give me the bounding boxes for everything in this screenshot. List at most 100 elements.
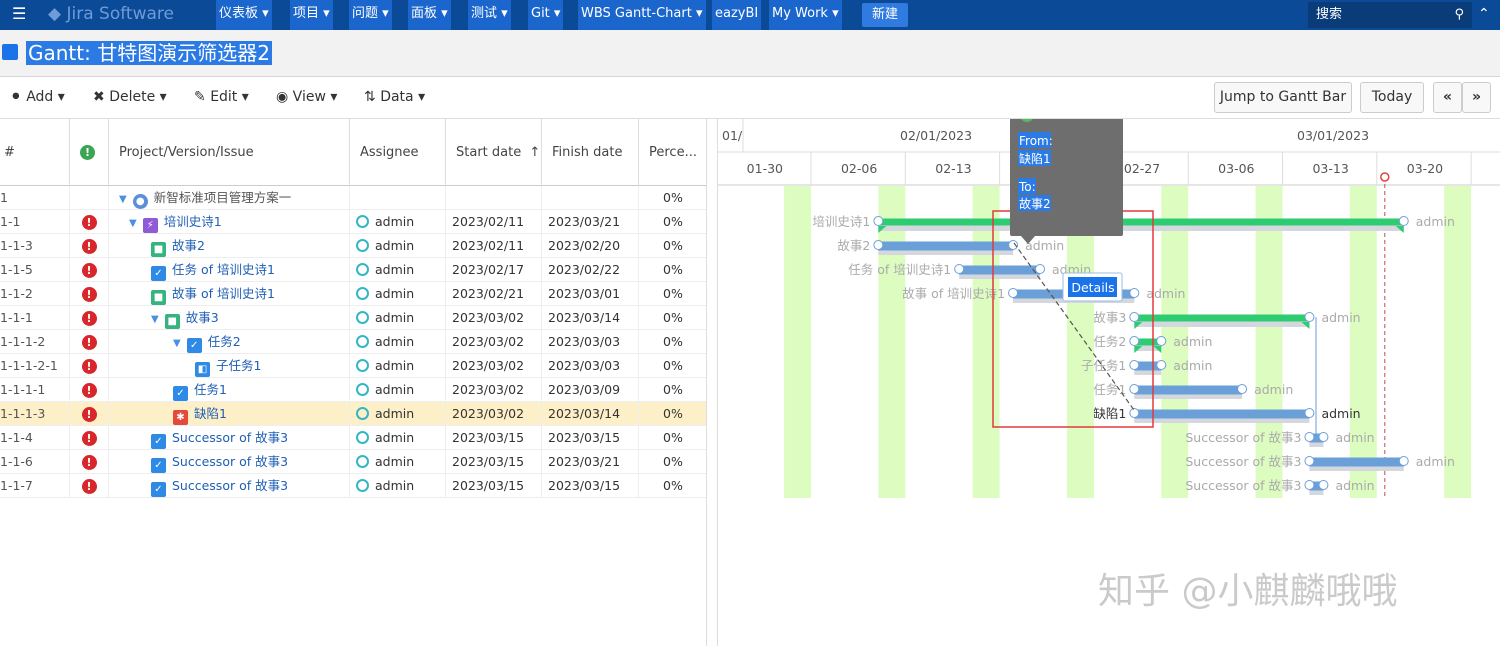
avatar-icon — [356, 215, 369, 228]
table-row[interactable]: 1-1-1-2! ▼ ✓ 任务2 admin 2023/03/02 2023/03/03 0% — [0, 330, 706, 354]
issue-name-link[interactable]: Successor of 故事3 — [172, 454, 288, 469]
bar-end-handle[interactable] — [1398, 216, 1409, 226]
menu-eazybi[interactable]: eazyBI — [712, 0, 762, 30]
bar-end-handle[interactable] — [1156, 336, 1167, 346]
expand-toggle-icon[interactable]: ▼ — [173, 338, 181, 349]
sort-ascending-icon: ↑ — [529, 145, 541, 160]
bar-end-handle[interactable] — [1398, 456, 1409, 466]
table-row[interactable]: 1-1-3! ■ 故事2 admin 2023/02/11 2023/02/20 0% — [0, 234, 706, 258]
summary-bar[interactable] — [1134, 314, 1310, 322]
table-row[interactable]: 1-1-1-1! ✓ 任务1 admin 2023/03/02 2023/03/09 0% — [0, 378, 706, 402]
details-button-label[interactable]: Details — [1071, 280, 1114, 295]
scroll-next-button[interactable]: » — [1462, 82, 1491, 113]
bar-end-handle[interactable] — [1304, 408, 1315, 418]
bar-end-handle[interactable] — [1318, 432, 1329, 442]
bar-end-handle[interactable] — [1304, 312, 1315, 322]
bar-start-handle[interactable] — [1129, 360, 1140, 370]
expand-toggle-icon[interactable]: ▼ — [151, 314, 159, 325]
table-row[interactable]: 1-1-1! ▼ ■ 故事3 admin 2023/03/02 2023/03/14 0% — [0, 306, 706, 330]
table-row[interactable]: 1-1-2! ■ 故事 of 培训史诗1 admin 2023/02/21 2023/03… — [0, 282, 706, 306]
menu-tests[interactable]: 测试 ▾ — [468, 0, 511, 30]
avatar-icon — [356, 431, 369, 444]
task-bar[interactable] — [1309, 457, 1404, 467]
menu-boards[interactable]: 面板 ▾ — [408, 0, 451, 30]
bar-start-handle[interactable] — [1129, 384, 1140, 394]
header-percent[interactable]: Perce... — [639, 119, 706, 186]
notification-icon[interactable]: ⌃ — [1478, 0, 1490, 30]
bar-start-handle[interactable] — [1304, 480, 1315, 490]
scroll-prev-button[interactable]: « — [1433, 82, 1462, 113]
menu-projects[interactable]: 项目 ▾ — [290, 0, 333, 30]
menu-my-work[interactable]: My Work ▾ — [769, 0, 842, 30]
header-project[interactable]: Project/Version/Issue — [109, 119, 350, 186]
bar-start-handle[interactable] — [1304, 456, 1315, 466]
search-input[interactable]: 搜索 ⚲ — [1308, 2, 1472, 28]
bar-end-handle[interactable] — [1237, 384, 1248, 394]
issue-name-link[interactable]: 任务2 — [208, 334, 241, 349]
task-bar[interactable] — [959, 265, 1041, 275]
menu-issues[interactable]: 问题 ▾ — [349, 0, 392, 30]
menu-dashboards[interactable]: 仪表板 ▾ — [216, 0, 272, 30]
bar-end-handle[interactable] — [1318, 480, 1329, 490]
issue-name-link[interactable]: 子任务1 — [216, 358, 261, 373]
bar-start-handle[interactable] — [1129, 312, 1140, 322]
error-status-icon: ! — [81, 407, 97, 422]
edit-menu-button[interactable]: ✎ Edit ▾ — [194, 89, 249, 105]
header-status[interactable]: ! — [70, 119, 109, 186]
header-start-date[interactable]: Start date ↑ — [446, 119, 542, 186]
task-checkbox-icon: ✓ — [151, 434, 166, 449]
view-menu-button[interactable]: ◉ View ▾ — [276, 89, 337, 105]
summary-bar[interactable] — [878, 218, 1404, 226]
bar-end-handle[interactable] — [1156, 360, 1167, 370]
menu-wbs-gantt[interactable]: WBS Gantt-Chart ▾ — [578, 0, 706, 30]
delete-menu-button[interactable]: ✖ Delete ▾ — [93, 89, 167, 105]
header-number[interactable]: # — [0, 119, 70, 186]
header-finish-date[interactable]: Finish date — [542, 119, 639, 186]
table-row[interactable]: 1-1! ▼ ⚡ 培训史诗1 admin 2023/02/11 2023/03/21 0% — [0, 210, 706, 234]
bar-start-handle[interactable] — [1008, 288, 1019, 298]
data-menu-button[interactable]: ⇅ Data ▾ — [364, 89, 425, 105]
issue-name-link[interactable]: 新智标准项目管理方案一 — [154, 190, 292, 205]
expand-toggle-icon[interactable]: ▼ — [129, 218, 137, 229]
subtask-icon: ◧ — [195, 362, 210, 377]
bar-end-handle[interactable] — [1129, 288, 1140, 298]
avatar-icon — [356, 455, 369, 468]
bar-start-handle[interactable] — [873, 240, 884, 250]
jump-to-gantt-bar-button[interactable]: Jump to Gantt Bar — [1214, 82, 1352, 113]
issue-name-link[interactable]: 故事3 — [186, 310, 219, 325]
issue-name-link[interactable]: 任务1 — [194, 382, 227, 397]
bar-end-handle[interactable] — [1008, 240, 1019, 250]
add-menu-button[interactable]: ⚫ Add ▾ — [10, 89, 65, 105]
bar-start-handle[interactable] — [954, 264, 965, 274]
expand-toggle-icon[interactable]: ▼ — [119, 194, 127, 205]
issue-name-link[interactable]: Successor of 故事3 — [172, 478, 288, 493]
table-row[interactable]: 1-1-1-2-1! ◧ 子任务1 admin 2023/03/02 2023/03/03… — [0, 354, 706, 378]
bar-start-handle[interactable] — [1129, 336, 1140, 346]
issue-name-link[interactable]: 故事 of 培训史诗1 — [172, 286, 275, 301]
menu-git[interactable]: Git ▾ — [528, 0, 564, 30]
table-row[interactable]: 1-1-5! ✓ 任务 of 培训史诗1 admin 2023/02/17 2023/02… — [0, 258, 706, 282]
table-row[interactable]: 1 ▼ ● 新智标准项目管理方案一 0% — [0, 186, 706, 210]
table-row[interactable]: 1-1-6! ✓ Successor of 故事3 admin 2023/03/15 20… — [0, 450, 706, 474]
issue-name-link[interactable]: Successor of 故事3 — [172, 430, 288, 445]
jira-logo[interactable]: ◆ Jira Software — [48, 0, 174, 30]
task-bar[interactable] — [1134, 385, 1243, 395]
issue-name-link[interactable]: 缺陷1 — [194, 406, 227, 421]
issue-name-link[interactable]: 任务 of 培训史诗1 — [172, 262, 275, 277]
bar-start-handle[interactable] — [873, 216, 884, 226]
issue-name-link[interactable]: 故事2 — [172, 238, 205, 253]
table-row[interactable]: 1-1-4! ✓ Successor of 故事3 admin 2023/03/15 20… — [0, 426, 706, 450]
header-assignee[interactable]: Assignee — [350, 119, 446, 186]
table-row[interactable]: 1-1-7! ✓ Successor of 故事3 admin 2023/03/15 20… — [0, 474, 706, 498]
app-switcher-icon[interactable]: ☰ — [12, 0, 26, 30]
bar-start-handle[interactable] — [1304, 432, 1315, 442]
percent-complete: 0% — [663, 334, 683, 349]
pane-splitter[interactable] — [706, 119, 718, 646]
issue-name-link[interactable]: 培训史诗1 — [164, 214, 222, 229]
table-row[interactable]: 1-1-1-3! ✱ 缺陷1 admin 2023/03/02 2023/03/14 0% — [0, 402, 706, 426]
bar-start-handle[interactable] — [1129, 408, 1140, 418]
task-bar[interactable] — [1134, 409, 1310, 419]
bar-end-handle[interactable] — [1035, 264, 1046, 274]
today-button[interactable]: Today — [1360, 82, 1424, 113]
create-button[interactable]: 新建 — [862, 3, 909, 27]
